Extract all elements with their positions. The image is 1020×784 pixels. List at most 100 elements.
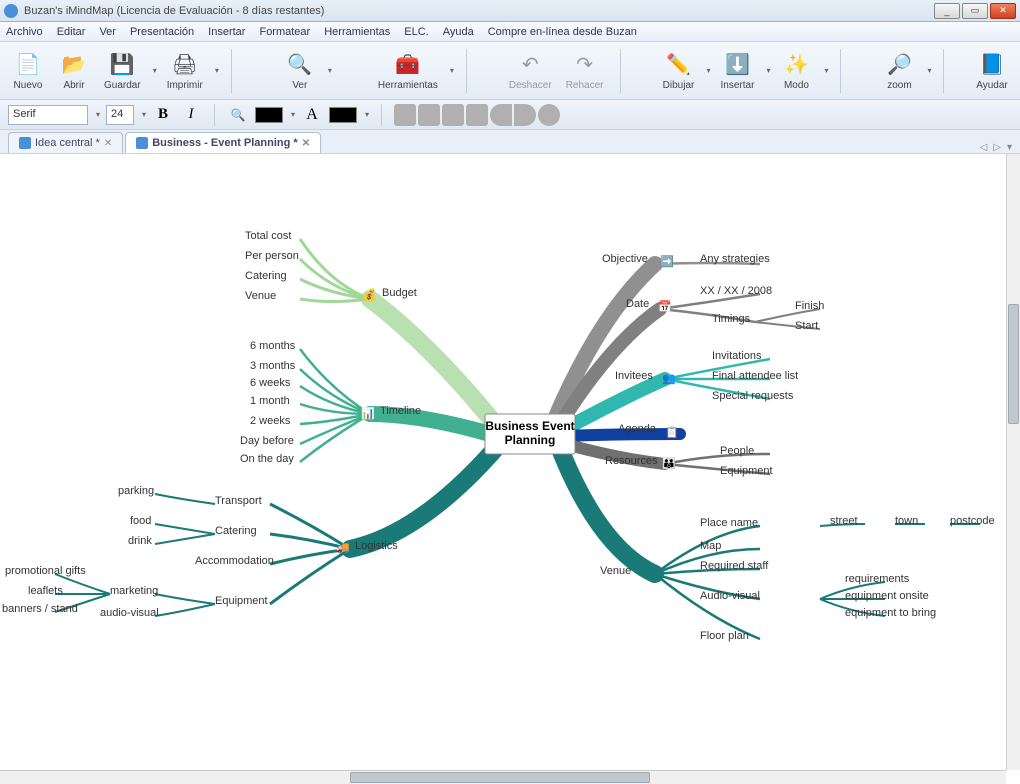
close-tab-icon[interactable]: ✕ <box>104 138 112 149</box>
scrollbar-thumb[interactable] <box>1008 304 1019 424</box>
print-button[interactable]: 🖨Imprimir <box>163 45 207 97</box>
shape-button-5[interactable] <box>490 104 512 126</box>
shape-button-3[interactable] <box>442 104 464 126</box>
node-ontheday[interactable]: On the day <box>240 453 294 465</box>
close-tab-icon[interactable]: ✕ <box>302 138 310 149</box>
menu-archivo[interactable]: Archivo <box>6 26 43 38</box>
scrollbar-thumb[interactable] <box>350 772 650 783</box>
node-totalcost[interactable]: Total cost <box>245 230 291 242</box>
new-button[interactable]: 📄Nuevo <box>8 45 48 97</box>
branch-logistics[interactable]: Logistics <box>355 540 398 552</box>
tools-button[interactable]: 🧰Herramientas <box>374 45 442 97</box>
zoom-button[interactable]: 🔎zoom <box>879 45 919 97</box>
mindmap-canvas[interactable]: Business Event Planning Budget 💰 Total c… <box>0 154 1006 770</box>
node-6months[interactable]: 6 months <box>250 340 296 352</box>
menu-ayuda[interactable]: Ayuda <box>443 26 474 38</box>
maximize-button[interactable]: ▭ <box>962 3 988 19</box>
shape-button-2[interactable] <box>418 104 440 126</box>
node-postcode[interactable]: postcode <box>950 515 995 527</box>
menu-presentacion[interactable]: Presentación <box>130 26 194 38</box>
node-6weeks[interactable]: 6 weeks <box>250 377 291 389</box>
node-transport[interactable]: Transport <box>215 495 262 507</box>
italic-button[interactable]: I <box>180 104 202 126</box>
node-onsite[interactable]: equipment onsite <box>845 590 929 602</box>
node-promo[interactable]: promotional gifts <box>5 565 86 577</box>
branch-agenda[interactable]: Agenda <box>618 423 657 435</box>
node-dateval[interactable]: XX / XX / 2008 <box>700 285 772 297</box>
node-map[interactable]: Map <box>700 540 721 552</box>
menu-compre[interactable]: Compre en-línea desde Buzan <box>488 26 637 38</box>
node-parking[interactable]: parking <box>118 485 154 497</box>
shape-button-1[interactable] <box>394 104 416 126</box>
font-style-button[interactable]: A <box>301 104 323 126</box>
node-strategies[interactable]: Any strategies <box>700 253 770 265</box>
node-audiovisual[interactable]: Audio-visual <box>700 590 760 602</box>
undo-button[interactable]: ↶Deshacer <box>505 45 556 97</box>
font-family-select[interactable]: Serif <box>8 105 88 125</box>
bold-button[interactable]: B <box>152 104 174 126</box>
node-timings[interactable]: Timings <box>712 313 751 325</box>
save-button[interactable]: 💾Guardar <box>100 45 145 97</box>
branch-timeline[interactable]: Timeline <box>380 405 421 417</box>
branch-objective[interactable]: Objective <box>602 253 648 265</box>
vertical-scrollbar[interactable] <box>1006 154 1020 770</box>
fill-color-swatch[interactable] <box>329 107 357 123</box>
node-bring[interactable]: equipment to bring <box>845 607 936 619</box>
node-street[interactable]: street <box>830 515 858 527</box>
node-audiovisual-l[interactable]: audio-visual <box>100 607 159 619</box>
shape-button-7[interactable] <box>538 104 560 126</box>
node-requirements[interactable]: requirements <box>845 573 910 585</box>
help-button[interactable]: 📘Ayudar <box>972 45 1012 97</box>
insert-button[interactable]: ⬇️Insertar <box>717 45 759 97</box>
redo-button[interactable]: ↷Rehacer <box>562 45 608 97</box>
menu-formatear[interactable]: Formatear <box>259 26 310 38</box>
font-size-select[interactable]: 24 <box>106 105 134 125</box>
node-banners[interactable]: banners / stand <box>2 603 78 615</box>
node-invitations[interactable]: Invitations <box>712 350 762 362</box>
node-equipment[interactable]: Equipment <box>215 595 268 607</box>
node-leaflets[interactable]: leaflets <box>28 585 63 597</box>
close-button[interactable]: ✕ <box>990 3 1016 19</box>
node-placename[interactable]: Place name <box>700 517 758 529</box>
node-food[interactable]: food <box>130 515 151 527</box>
shape-button-4[interactable] <box>466 104 488 126</box>
menu-insertar[interactable]: Insertar <box>208 26 245 38</box>
menu-elc[interactable]: ELC. <box>404 26 428 38</box>
node-perperson[interactable]: Per person <box>245 250 299 262</box>
node-town[interactable]: town <box>895 515 918 527</box>
node-people[interactable]: People <box>720 445 754 457</box>
tab-prev-icon[interactable]: ◁ <box>980 142 988 153</box>
menu-herramientas[interactable]: Herramientas <box>324 26 390 38</box>
node-marketing[interactable]: marketing <box>110 585 158 597</box>
branch-resources[interactable]: Resources <box>605 455 658 467</box>
open-button[interactable]: 📂Abrir <box>54 45 94 97</box>
view-button[interactable]: 🔍Ver <box>280 45 320 97</box>
minimize-button[interactable]: _ <box>934 3 960 19</box>
mode-button[interactable]: ✨Modo <box>776 45 816 97</box>
node-venue-b[interactable]: Venue <box>245 290 276 302</box>
tab-idea-central[interactable]: Idea central * ✕ <box>8 132 123 153</box>
node-special[interactable]: Special requests <box>712 390 794 402</box>
branch-venue[interactable]: Venue <box>600 565 631 577</box>
node-drink[interactable]: drink <box>128 535 152 547</box>
menu-ver[interactable]: Ver <box>99 26 116 38</box>
node-requiredstaff[interactable]: Required staff <box>700 560 769 572</box>
node-accommodation[interactable]: Accommodation <box>195 555 274 567</box>
tab-business-event[interactable]: Business - Event Planning * ✕ <box>125 132 321 153</box>
node-floorplan[interactable]: Floor plan <box>700 630 749 642</box>
draw-button[interactable]: ✏️Dibujar <box>659 45 699 97</box>
branch-budget[interactable]: Budget <box>382 287 417 299</box>
node-catering[interactable]: Catering <box>215 525 257 537</box>
node-daybefore[interactable]: Day before <box>240 435 294 447</box>
text-color-swatch[interactable] <box>255 107 283 123</box>
horizontal-scrollbar[interactable] <box>0 770 1006 784</box>
node-finallist[interactable]: Final attendee list <box>712 370 798 382</box>
node-finish[interactable]: Finish <box>795 300 824 312</box>
tab-next-icon[interactable]: ▷ <box>993 142 1001 153</box>
menu-editar[interactable]: Editar <box>57 26 86 38</box>
color-picker-icon[interactable]: 🔍 <box>227 104 249 126</box>
node-1month[interactable]: 1 month <box>250 395 290 407</box>
node-3months[interactable]: 3 months <box>250 360 296 372</box>
node-catering-b[interactable]: Catering <box>245 270 287 282</box>
node-2weeks[interactable]: 2 weeks <box>250 415 291 427</box>
